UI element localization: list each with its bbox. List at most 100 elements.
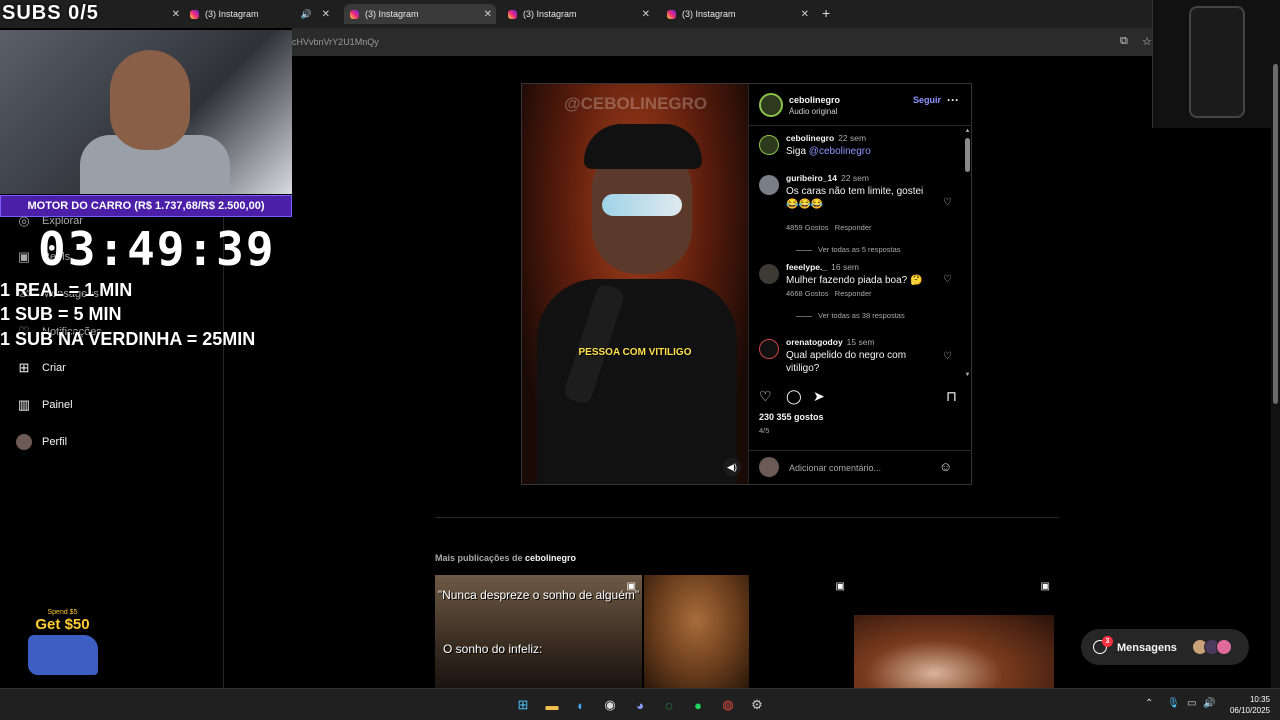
comment-username[interactable]: cebolinegro	[786, 133, 834, 143]
rule-line: 1 SUB NA VERDINHA = 25MIN	[0, 329, 256, 349]
comment-likes[interactable]: 4859 Gostos	[786, 223, 829, 232]
display-icon[interactable]: ▭	[1187, 698, 1196, 709]
chrome-icon[interactable]: ◍	[719, 696, 737, 714]
more-options-icon[interactable]: ···	[947, 93, 959, 107]
bookmark-icon[interactable]: ⊓	[946, 388, 957, 405]
scroll-down-icon[interactable]: ▼	[964, 372, 971, 378]
comment-username[interactable]: feeelype._	[786, 262, 827, 272]
sidebar-item-perfil[interactable]: Perfil	[16, 434, 67, 450]
speaker-icon[interactable]: 🔊	[301, 9, 312, 20]
author-avatar[interactable]	[759, 93, 783, 117]
mention-link[interactable]: @cebolinegro	[809, 146, 871, 157]
browser-tab[interactable]: (3) Instagram ✕	[508, 4, 654, 24]
new-tab-icon[interactable]: +	[822, 5, 830, 21]
avatar[interactable]	[759, 135, 779, 155]
share-icon[interactable]: ➤	[813, 388, 825, 405]
browser-tab[interactable]: (3) Instagram ✕	[667, 4, 813, 24]
post-thumbnail[interactable]: ▣	[852, 575, 1056, 688]
post-thumbnail[interactable]: "Nunca despreze o sonho de alguém" O son…	[435, 575, 642, 688]
reply-link[interactable]: Responder	[835, 223, 872, 232]
view-replies-link[interactable]: Ver todas as 38 respostas	[796, 311, 905, 320]
thumbnail-subtitle: O sonho do infeliz:	[443, 642, 543, 656]
page-indicator: 4/5	[759, 426, 770, 435]
app-icon[interactable]: ⚙	[748, 696, 766, 714]
browser-tab[interactable]: ✕	[150, 4, 180, 24]
close-tab-icon[interactable]: ✕	[642, 9, 650, 20]
edge-icon[interactable]: ◐	[572, 696, 590, 714]
comments-scrollbar[interactable]: ▲ ▼	[964, 128, 971, 378]
close-tab-icon[interactable]: ✕	[484, 9, 492, 20]
avatar[interactable]	[759, 175, 779, 195]
instagram-icon	[350, 9, 359, 19]
windows-start-icon[interactable]: ⊞	[514, 696, 532, 714]
tab-title: (3) Instagram	[523, 9, 577, 19]
heart-icon[interactable]: ♡	[759, 388, 772, 405]
like-comment-icon[interactable]: ♡	[943, 274, 952, 285]
close-tab-icon[interactable]: ✕	[801, 9, 809, 20]
comment-likes[interactable]: 4668 Gostos	[786, 289, 829, 298]
sidebar-item-painel[interactable]: ▥ Painel	[16, 397, 73, 413]
unread-badge: 3	[1102, 636, 1113, 647]
comment-input[interactable]: Adicionar comentário...	[789, 463, 881, 473]
like-comment-icon[interactable]: ♡	[943, 197, 952, 208]
install-app-icon[interactable]: ⧉	[1120, 35, 1128, 48]
author-username[interactable]: cebolinegro	[789, 95, 840, 105]
more-posts-prefix: Mais publicações de	[435, 553, 526, 563]
likes-count[interactable]: 230 355 gostos	[759, 412, 824, 422]
comments-list: cebolinegro 22 sem Siga @cebolinegro guri…	[749, 127, 963, 378]
discord-icon[interactable]: ◕	[631, 696, 649, 714]
browser-tab-active[interactable]: (3) Instagram ✕	[344, 4, 496, 24]
speaker-icon[interactable]: 🔊	[1203, 698, 1215, 709]
profile-avatar-wrap	[16, 434, 32, 450]
reel-video[interactable]: @CEBOLINEGRO PESSOA COM VITILIGO ◀)	[522, 84, 748, 484]
add-comment-bar: Adicionar comentário... ☺	[749, 450, 972, 484]
close-tab-icon[interactable]: ✕	[322, 9, 330, 20]
emoji-icon[interactable]: ☺	[939, 459, 952, 474]
comment-time: 15 sem	[846, 337, 875, 347]
page-scrollbar[interactable]	[1271, 56, 1280, 688]
comment-username[interactable]: guribeiro_14	[786, 173, 837, 183]
messages-button[interactable]: 3 Mensagens	[1081, 629, 1249, 665]
post-thumbnail[interactable]: ▣	[644, 575, 851, 688]
follow-button[interactable]: Seguir	[913, 95, 941, 105]
sidebar-item-criar[interactable]: ⊞ Criar	[16, 360, 66, 376]
donation-goal-bar: MOTOR DO CARRO (R$ 1.737,68/R$ 2.500,00)	[0, 195, 292, 217]
volume-icon[interactable]: ◀)	[723, 458, 741, 476]
comment-icon[interactable]: ◯	[786, 388, 802, 405]
chevron-up-icon[interactable]: ⌃	[1145, 698, 1153, 709]
audio-label[interactable]: Áudio original	[789, 107, 837, 116]
reply-link[interactable]: Responder	[835, 289, 872, 298]
avatar[interactable]	[759, 339, 779, 359]
system-clock[interactable]: 10:35 06/10/2025	[1230, 694, 1270, 716]
address-bar[interactable]: cHVvbnVrY2U1MnQy ⧉ ☆	[292, 28, 1280, 56]
avatar	[1216, 639, 1232, 655]
avatar[interactable]	[759, 264, 779, 284]
comment-time: 22 sem	[841, 173, 869, 183]
close-tab-icon[interactable]: ✕	[172, 9, 180, 20]
comment-username[interactable]: orenatogodoy	[786, 337, 843, 347]
whatsapp-icon[interactable]: ◌	[660, 696, 678, 714]
scrollbar-thumb[interactable]	[965, 138, 970, 172]
video-caption: PESSOA COM VITILIGO	[578, 347, 692, 358]
like-comment-icon[interactable]: ♡	[943, 351, 952, 362]
browser-tab[interactable]: (3) Instagram 🔊 ✕	[190, 4, 330, 24]
microphone-icon[interactable]: 🎙	[1167, 698, 1180, 709]
scroll-up-icon[interactable]: ▲	[964, 128, 971, 134]
more-posts-author[interactable]: cebolinegro	[525, 553, 576, 563]
spotify-icon[interactable]: ●	[689, 696, 707, 714]
recent-contacts	[1192, 639, 1232, 655]
steam-icon[interactable]: ◉	[601, 696, 619, 714]
tab-title: (3) Instagram	[205, 9, 259, 19]
star-icon[interactable]: ☆	[1142, 35, 1152, 48]
url-text[interactable]: cHVvbnVrY2U1MnQy	[292, 37, 379, 47]
video-person-sunglasses	[602, 194, 682, 216]
view-replies-link[interactable]: Ver todas as 5 respostas	[796, 245, 901, 254]
sidebar-item-label: Criar	[42, 362, 66, 374]
phone-screen-image	[1189, 6, 1245, 118]
video-watermark: @CEBOLINEGRO	[564, 94, 708, 113]
file-explorer-icon[interactable]: ▬	[543, 696, 561, 714]
promo-ad: Spend $5 Get $50	[15, 606, 110, 686]
rule-line: 1 SUB = 5 MIN	[0, 304, 122, 324]
scrollbar-thumb[interactable]	[1273, 64, 1278, 404]
sidebar-item-label: Painel	[42, 399, 73, 411]
